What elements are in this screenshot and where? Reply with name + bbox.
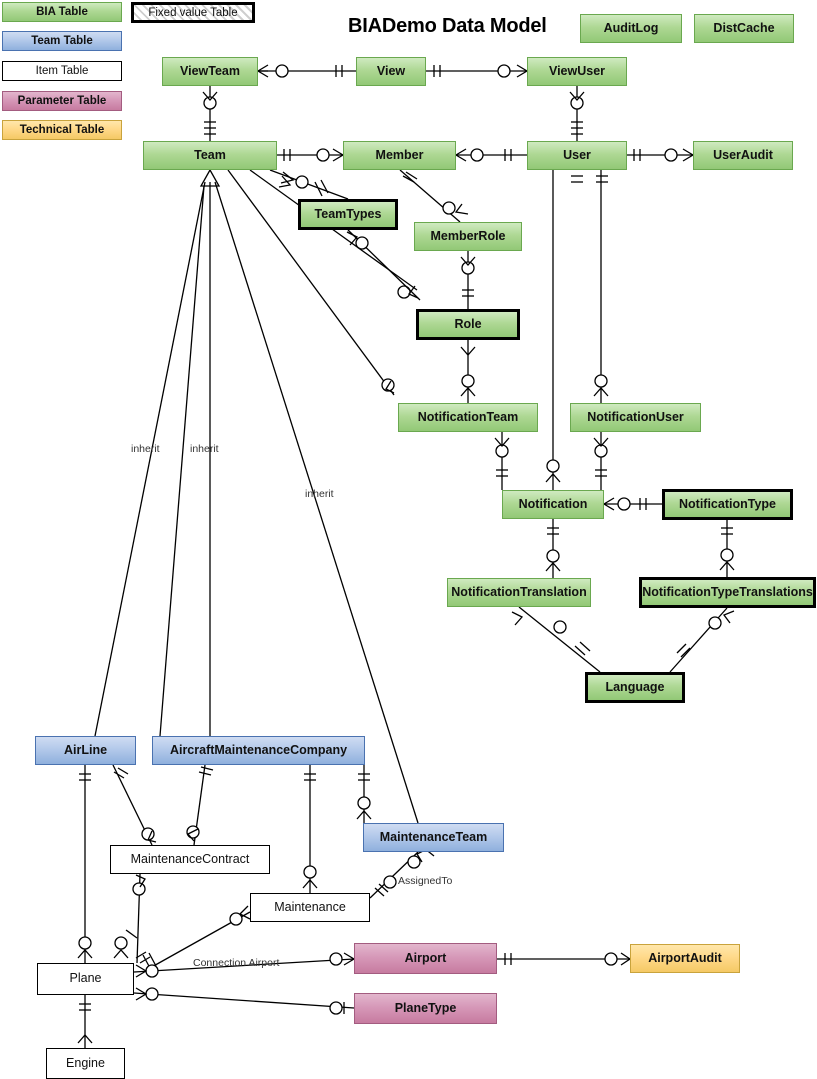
entity-label: Team <box>194 147 226 162</box>
legend-item-bia-table: BIA Table <box>2 2 122 22</box>
entity-plane[interactable]: Plane <box>37 963 134 995</box>
entity-auditlog[interactable]: AuditLog <box>580 14 682 43</box>
entity-label: Notification <box>518 496 588 511</box>
entity-label: UserAudit <box>713 147 773 162</box>
entity-distcache[interactable]: DistCache <box>694 14 794 43</box>
entity-teamtypes[interactable]: TeamTypes <box>298 199 398 230</box>
entity-team[interactable]: Team <box>143 141 277 170</box>
er-diagram-canvas: BIADemo Data Model BIA Table Team Table … <box>0 0 817 1079</box>
legend-item-technical-table: Technical Table <box>2 120 122 140</box>
entity-notifteam[interactable]: NotificationTeam <box>398 403 538 432</box>
entity-member[interactable]: Member <box>343 141 456 170</box>
entity-amc[interactable]: AircraftMaintenanceCompany <box>152 736 365 765</box>
entity-label: MaintenanceTeam <box>379 829 488 844</box>
entity-label: NotificationTeam <box>417 409 519 424</box>
legend-item-team-table: Team Table <box>2 31 122 51</box>
entity-label: ViewUser <box>548 63 606 78</box>
entity-label: PlaneType <box>394 1000 457 1015</box>
entity-label: Language <box>605 679 665 694</box>
entity-label: NotificationType <box>679 496 776 511</box>
entity-notiftrans[interactable]: NotificationTranslation <box>447 578 591 607</box>
entity-notifuser[interactable]: NotificationUser <box>570 403 701 432</box>
entity-notiftypetrans[interactable]: NotificationTypeTranslations <box>639 577 816 608</box>
entity-notiftype[interactable]: NotificationType <box>662 489 793 520</box>
entity-user[interactable]: User <box>527 141 627 170</box>
entity-planetype[interactable]: PlaneType <box>354 993 497 1024</box>
legend-label: BIA Table <box>36 6 88 18</box>
entity-label: Member <box>375 147 424 162</box>
legend-label: Technical Table <box>19 124 105 136</box>
legend-item-parameter-table: Parameter Table <box>2 91 122 111</box>
entity-label: Airport <box>404 950 447 965</box>
legend-label: Item Table <box>35 65 89 77</box>
entity-label: ViewTeam <box>180 63 240 78</box>
entity-label: NotificationTypeTranslations <box>642 584 813 599</box>
legend-item-item-table: Item Table <box>2 61 122 81</box>
entity-label: Engine <box>66 1055 105 1070</box>
entity-label: AuditLog <box>603 20 659 35</box>
entity-label: AirLine <box>63 742 108 757</box>
entity-maintenance[interactable]: Maintenance <box>250 893 370 922</box>
entity-engine[interactable]: Engine <box>46 1048 125 1079</box>
entity-viewuser[interactable]: ViewUser <box>527 57 627 86</box>
entity-notification[interactable]: Notification <box>502 490 604 519</box>
legend-label: Parameter Table <box>17 95 107 107</box>
entity-label: MemberRole <box>430 228 506 243</box>
legend-label: Fixed value Table <box>148 6 238 19</box>
entity-label: MaintenanceContract <box>130 851 250 866</box>
entity-language[interactable]: Language <box>585 672 685 703</box>
entity-label: NotificationTranslation <box>451 584 587 599</box>
legend-item-fixed-value-table: Fixed value Table <box>131 2 255 23</box>
edge-label: Connection Airport <box>193 957 280 969</box>
entity-airline[interactable]: AirLine <box>35 736 136 765</box>
edge-label: inherit <box>190 443 219 455</box>
entity-useraudit[interactable]: UserAudit <box>693 141 793 170</box>
page-title: BIADemo Data Model <box>348 15 547 37</box>
entity-role[interactable]: Role <box>416 309 520 340</box>
entity-label: View <box>376 63 406 78</box>
entity-memberrole[interactable]: MemberRole <box>414 222 522 251</box>
entity-maintteam[interactable]: MaintenanceTeam <box>363 823 504 852</box>
entity-label: AircraftMaintenanceCompany <box>169 742 348 757</box>
entity-airport[interactable]: Airport <box>354 943 497 974</box>
entity-airportaudit[interactable]: AirportAudit <box>630 944 740 973</box>
edge-label: AssignedTo <box>398 875 453 887</box>
entity-label: Plane <box>69 971 102 986</box>
entity-label: NotificationUser <box>587 409 684 424</box>
entity-view[interactable]: View <box>356 57 426 86</box>
entity-viewteam[interactable]: ViewTeam <box>162 57 258 86</box>
entity-label: Role <box>454 316 482 331</box>
entity-label: User <box>563 147 591 162</box>
entity-label: Maintenance <box>274 899 346 914</box>
entity-label: TeamTypes <box>314 206 382 221</box>
entity-label: AirportAudit <box>648 950 722 965</box>
edge-label: inherit <box>131 443 160 455</box>
edge-label: inherit <box>305 488 334 500</box>
entity-label: DistCache <box>713 20 775 35</box>
entity-maintcontract[interactable]: MaintenanceContract <box>110 845 270 874</box>
legend-label: Team Table <box>31 35 93 47</box>
